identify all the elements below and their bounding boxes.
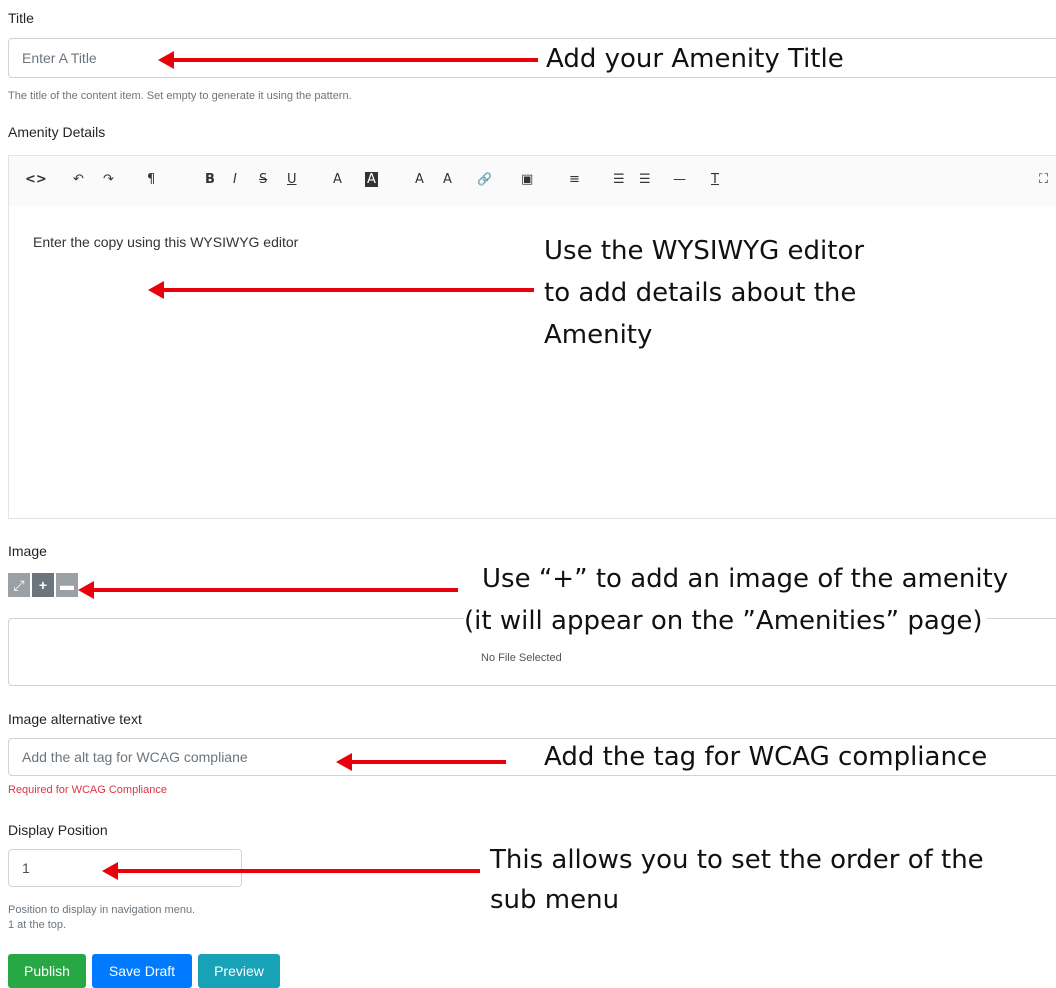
code-view-icon[interactable]: <> (25, 172, 47, 187)
background-color-icon[interactable]: A (365, 172, 378, 187)
horizontal-rule-icon[interactable]: — (673, 172, 686, 187)
superscript-icon[interactable]: A (415, 172, 424, 187)
link-icon[interactable]: 🔗 (477, 172, 492, 186)
position-value: 1 (22, 860, 30, 876)
annotation-position-1: This allows you to set the order of the (490, 845, 984, 875)
position-help-1: Position to display in navigation menu. (8, 904, 196, 916)
bulleted-list-icon[interactable]: ☰ (613, 172, 625, 187)
annotation-details-3: Amenity (544, 320, 653, 350)
no-file-text: No File Selected (481, 652, 562, 664)
position-input[interactable]: 1 (8, 849, 242, 887)
undo-icon[interactable]: ↶ (73, 172, 84, 187)
alt-text-placeholder: Add the alt tag for WCAG compliane (22, 749, 248, 765)
title-placeholder: Enter A Title (22, 50, 97, 66)
position-help-2: 1 at the top. (8, 919, 67, 931)
alt-text-required: Required for WCAG Compliance (8, 784, 167, 796)
publish-button[interactable]: Publish (8, 954, 86, 988)
title-help: The title of the content item. Set empty… (8, 90, 352, 102)
annotation-image-2: (it will appear on the ”Amenities” page) (464, 604, 987, 638)
crop-icon[interactable]: ⤢ (8, 573, 30, 597)
redo-icon[interactable]: ↷ (103, 172, 114, 187)
save-draft-button[interactable]: Save Draft (92, 954, 192, 988)
annotation-details-2: to add details about the (544, 278, 857, 308)
annotation-position-2: sub menu (490, 885, 620, 915)
align-icon[interactable]: ≡ (569, 172, 580, 187)
arrow-alt (336, 753, 506, 771)
annotation-alt: Add the tag for WCAG compliance (544, 740, 988, 774)
image-icon[interactable]: ▣ (521, 172, 533, 187)
preview-button[interactable]: Preview (198, 954, 280, 988)
wysiwyg-editor[interactable]: Enter the copy using this WYSIWYG editor (8, 206, 1056, 519)
arrow-title (158, 51, 538, 69)
title-label: Title (8, 10, 34, 26)
details-label: Amenity Details (8, 124, 106, 140)
numbered-list-icon[interactable]: ☰ (639, 172, 651, 187)
delete-icon[interactable]: ▬ (56, 573, 78, 597)
position-label: Display Position (8, 822, 108, 838)
annotation-details-1: Use the WYSIWYG editor (544, 236, 865, 266)
annotation-title: Add your Amenity Title (546, 44, 844, 74)
editor-toolbar: <> ↶ ↷ ¶ B I S U A A A A 🔗 ▣ ≡ ☰ ☰ — T ⛶ (8, 155, 1056, 207)
plus-icon[interactable]: + (32, 573, 54, 597)
underline-icon[interactable]: U (287, 172, 297, 187)
bold-icon[interactable]: B (205, 172, 215, 187)
editor-placeholder: Enter the copy using this WYSIWYG editor (33, 234, 299, 250)
arrow-position (102, 862, 480, 880)
image-label: Image (8, 543, 47, 559)
clear-formatting-icon[interactable]: T (711, 172, 719, 187)
subscript-icon[interactable]: A (443, 172, 452, 187)
paragraph-icon[interactable]: ¶ (147, 172, 155, 187)
annotation-image-1: Use “+” to add an image of the amenity (482, 564, 1009, 594)
strikethrough-icon[interactable]: S (259, 172, 267, 187)
italic-icon[interactable]: I (233, 172, 237, 187)
alt-text-label: Image alternative text (8, 711, 142, 727)
arrow-details (148, 281, 534, 299)
arrow-image (78, 581, 458, 599)
fullscreen-icon[interactable]: ⛶ (1039, 172, 1048, 187)
font-color-icon[interactable]: A (333, 172, 342, 187)
